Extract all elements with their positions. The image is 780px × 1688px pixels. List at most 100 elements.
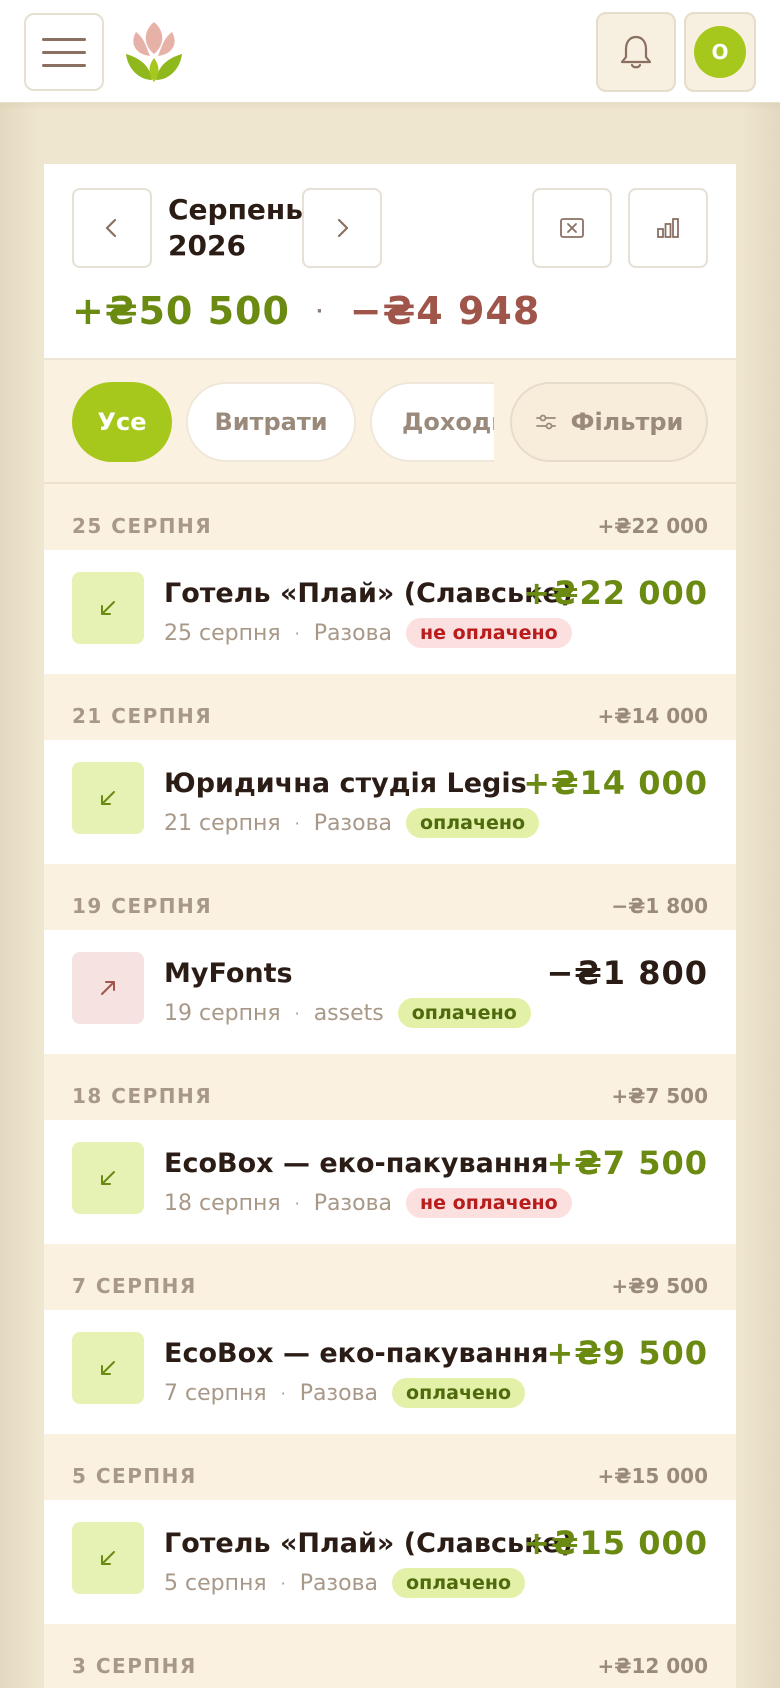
filter-chips-scroll[interactable]: Усе Витрати Доходи	[44, 360, 494, 484]
group-date: 19 СЕРПНЯ	[72, 894, 213, 918]
transaction-amount: +₴22 000	[523, 574, 708, 612]
transaction-name: Готель «Плай» (Славське)	[164, 578, 574, 609]
date-group: 18 СЕРПНЯ +₴7 500 EcoBox — еко-пакування…	[44, 1054, 736, 1244]
transaction-row[interactable]: MyFonts −₴1 800 19 серпня · assets оплач…	[44, 930, 736, 1054]
group-sum: +₴7 500	[611, 1084, 708, 1108]
prev-month-button[interactable]	[72, 188, 152, 268]
arrow-down-left-icon	[72, 1332, 144, 1404]
next-month-button[interactable]	[302, 188, 382, 268]
chevron-left-icon	[105, 218, 117, 238]
transaction-meta: 19 серпня · assets оплачено	[164, 998, 531, 1028]
group-sum: +₴22 000	[597, 514, 709, 538]
group-date: 7 СЕРПНЯ	[72, 1274, 197, 1298]
transaction-meta: 7 серпня · Разова оплачено	[164, 1378, 526, 1408]
arrow-down-left-icon	[72, 1522, 144, 1594]
transaction-date: 19 серпня	[164, 1000, 281, 1026]
status-badge: оплачено	[397, 998, 531, 1028]
group-sum: −₴1 800	[611, 894, 708, 918]
arrow-up-right-icon	[72, 952, 144, 1024]
date-group: 7 СЕРПНЯ +₴9 500 EcoBox — еко-пакування …	[44, 1244, 736, 1434]
transaction-row[interactable]: Юридична студія Legis +₴14 000 21 серпня…	[44, 740, 736, 864]
transaction-name: Готель «Плай» (Славське)	[164, 1528, 574, 1559]
lotus-logo-icon[interactable]	[122, 18, 186, 84]
menu-button[interactable]	[24, 13, 104, 91]
group-date: 25 СЕРПНЯ	[72, 514, 213, 538]
status-badge: не оплачено	[406, 618, 572, 648]
transaction-row[interactable]: Готель «Плай» (Славське) +₴22 000 25 сер…	[44, 550, 736, 674]
filter-bar: Усе Витрати Доходи Фільтри	[44, 360, 736, 484]
transaction-amount: +₴14 000	[523, 764, 708, 802]
receipt-x-icon	[560, 218, 584, 238]
notifications-button[interactable]	[596, 12, 676, 92]
expense-total: −₴4 948	[349, 289, 541, 333]
transaction-name: EcoBox — еко-пакування	[164, 1338, 549, 1369]
transaction-amount: +₴9 500	[546, 1334, 708, 1372]
transaction-date: 21 серпня	[164, 810, 281, 836]
status-badge: не оплачено	[406, 1188, 572, 1218]
arrow-down-left-icon	[72, 1142, 144, 1214]
transaction-kind: Разова	[299, 1570, 379, 1596]
transaction-name: Юридична студія Legis	[164, 768, 527, 799]
month-summary: Серпень 2026 +₴50 500 · −₴4 948	[44, 164, 736, 360]
transaction-kind: Разова	[313, 810, 393, 836]
transactions-card: Серпень 2026 +₴50 500 · −₴4 948 Усе Витр…	[44, 164, 736, 1688]
group-date: 18 СЕРПНЯ	[72, 1084, 213, 1108]
filters-button[interactable]: Фільтри	[510, 382, 708, 462]
transaction-date: 25 серпня	[164, 620, 281, 646]
date-group: 3 СЕРПНЯ +₴12 000	[44, 1624, 736, 1688]
date-group: 19 СЕРПНЯ −₴1 800 MyFonts −₴1 800 19 сер…	[44, 864, 736, 1054]
group-date: 5 СЕРПНЯ	[72, 1464, 197, 1488]
transaction-meta: 5 серпня · Разова оплачено	[164, 1568, 526, 1598]
group-sum: +₴12 000	[597, 1654, 709, 1678]
group-date: 21 СЕРПНЯ	[72, 704, 213, 728]
transaction-kind: Разова	[313, 1190, 393, 1216]
transaction-amount: −₴1 800	[546, 954, 708, 992]
transaction-meta: 25 серпня · Разова не оплачено	[164, 618, 572, 648]
transaction-name: MyFonts	[164, 958, 293, 989]
clear-period-button[interactable]	[532, 188, 612, 268]
top-bar: O	[0, 0, 780, 103]
group-sum: +₴9 500	[611, 1274, 708, 1298]
date-group: 21 СЕРПНЯ +₴14 000 Юридична студія Legis…	[44, 674, 736, 864]
group-sum: +₴14 000	[597, 704, 709, 728]
bell-icon	[620, 35, 652, 69]
income-total: +₴50 500	[72, 289, 290, 333]
status-badge: оплачено	[392, 1568, 526, 1598]
transaction-row[interactable]: Готель «Плай» (Славське) +₴15 000 5 серп…	[44, 1500, 736, 1624]
arrow-down-left-icon	[72, 572, 144, 644]
bar-chart-icon	[657, 218, 679, 238]
filters-label: Фільтри	[570, 408, 684, 436]
transaction-kind: Разова	[299, 1380, 379, 1406]
filter-all-chip[interactable]: Усе	[72, 382, 172, 462]
transaction-row[interactable]: EcoBox — еко-пакування +₴7 500 18 серпня…	[44, 1120, 736, 1244]
transaction-date: 5 серпня	[164, 1570, 267, 1596]
arrow-down-left-icon	[72, 762, 144, 834]
chevron-right-icon	[337, 218, 349, 238]
transaction-kind: Разова	[313, 620, 393, 646]
month-totals: +₴50 500 · −₴4 948	[72, 286, 540, 336]
transaction-meta: 21 серпня · Разова оплачено	[164, 808, 540, 838]
sliders-icon	[535, 414, 556, 430]
transaction-kind: assets	[313, 1000, 384, 1026]
status-badge: оплачено	[406, 808, 540, 838]
transaction-date: 7 серпня	[164, 1380, 267, 1406]
filter-expenses-chip[interactable]: Витрати	[186, 382, 356, 462]
totals-separator: ·	[315, 300, 324, 322]
transaction-amount: +₴7 500	[546, 1144, 708, 1182]
month-label: Серпень 2026	[168, 193, 303, 262]
date-group: 25 СЕРПНЯ +₴22 000 Готель «Плай» (Славсь…	[44, 484, 736, 674]
profile-button[interactable]: O	[684, 12, 756, 92]
hamburger-menu-icon	[42, 37, 86, 41]
group-date: 3 СЕРПНЯ	[72, 1654, 197, 1678]
transaction-amount: +₴15 000	[523, 1524, 708, 1562]
transaction-name: EcoBox — еко-пакування	[164, 1148, 549, 1179]
status-badge: оплачено	[392, 1378, 526, 1408]
transaction-date: 18 серпня	[164, 1190, 281, 1216]
date-group: 5 СЕРПНЯ +₴15 000 Готель «Плай» (Славськ…	[44, 1434, 736, 1624]
group-sum: +₴15 000	[597, 1464, 709, 1488]
transaction-meta: 18 серпня · Разова не оплачено	[164, 1188, 572, 1218]
filter-income-chip[interactable]: Доходи	[370, 382, 494, 462]
transaction-row[interactable]: EcoBox — еко-пакування +₴9 500 7 серпня …	[44, 1310, 736, 1434]
stats-button[interactable]	[628, 188, 708, 268]
avatar: O	[694, 26, 746, 78]
